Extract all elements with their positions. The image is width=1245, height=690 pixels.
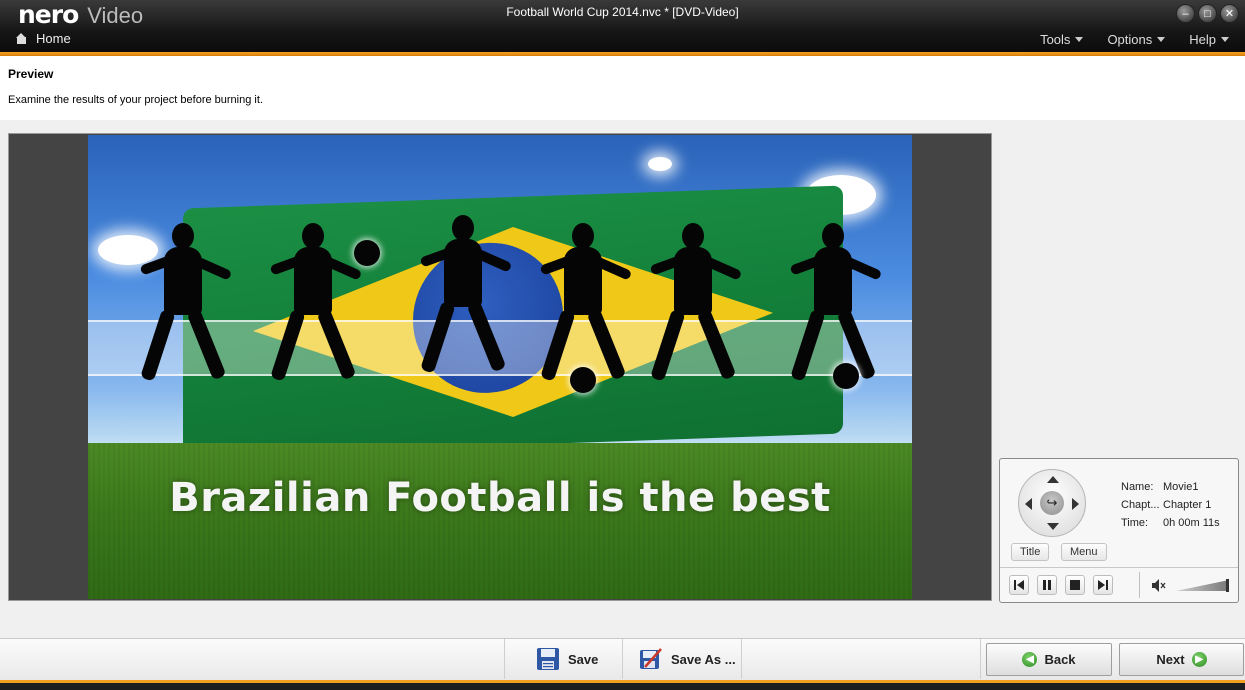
page-header: Preview Examine the results of your proj… xyxy=(0,56,1245,120)
player-silhouette xyxy=(269,223,363,393)
home-label: Home xyxy=(36,31,71,46)
previous-icon xyxy=(1014,580,1024,590)
playback-info: Name: Movie1 Chapt... Chapter 1 Time: 0h… xyxy=(1121,478,1220,532)
info-key: Name: xyxy=(1121,481,1154,493)
stop-icon xyxy=(1070,580,1080,590)
enter-icon[interactable]: ↪ xyxy=(1040,491,1064,515)
back-button[interactable]: ◀ Back xyxy=(986,643,1112,676)
footer-accent xyxy=(0,680,1245,690)
video-preview-frame: Brazilian Football is the best xyxy=(8,133,992,601)
video-caption: Brazilian Football is the best xyxy=(169,475,831,521)
arrow-left-circle-icon: ◀ xyxy=(1022,652,1038,667)
back-label: Back xyxy=(1044,652,1076,667)
maximize-icon[interactable]: □ xyxy=(1198,4,1217,23)
arrow-right-circle-icon: ▶ xyxy=(1191,652,1207,667)
ball-icon xyxy=(354,240,380,266)
menu-bar: Tools Options Help xyxy=(1040,32,1229,47)
next-label: Next xyxy=(1156,652,1185,667)
title-button[interactable]: Title xyxy=(1011,543,1050,561)
window-controls: – □ ✕ xyxy=(1176,4,1239,23)
player-silhouette xyxy=(789,223,883,393)
cloud-decoration xyxy=(648,157,672,171)
info-value: Movie1 xyxy=(1163,481,1199,493)
info-key: Time: xyxy=(1121,517,1149,529)
info-time-row: Time: 0h 00m 11s xyxy=(1121,514,1220,532)
menu-tools-label: Tools xyxy=(1040,32,1071,47)
home-button[interactable]: Home xyxy=(16,31,71,46)
arrow-up-icon[interactable] xyxy=(1047,476,1059,483)
pause-button[interactable] xyxy=(1037,575,1057,595)
transport-controls xyxy=(1000,567,1238,602)
player-silhouette xyxy=(139,223,233,393)
playback-panel: ↪ Name: Movie1 Chapt... Chapter 1 Time: … xyxy=(999,458,1239,603)
save-as-icon xyxy=(640,648,662,669)
menu-help[interactable]: Help xyxy=(1189,32,1229,47)
info-value: 0h 00m 11s xyxy=(1163,517,1220,529)
save-button[interactable]: Save xyxy=(504,639,623,679)
close-icon[interactable]: ✕ xyxy=(1220,4,1239,23)
player-silhouette xyxy=(419,215,513,385)
menu-button[interactable]: Menu xyxy=(1061,543,1107,561)
save-as-label: Save As ... xyxy=(671,651,736,667)
menu-help-label: Help xyxy=(1189,32,1216,47)
next-button[interactable] xyxy=(1093,575,1113,595)
page-title: Preview xyxy=(8,67,54,81)
arrow-right-icon[interactable] xyxy=(1072,498,1079,510)
title-bar: nero Video Football World Cup 2014.nvc *… xyxy=(0,0,1245,54)
arrow-down-icon[interactable] xyxy=(1047,523,1059,530)
window-title: Football World Cup 2014.nvc * [DVD-Video… xyxy=(506,5,739,19)
next-step-button[interactable]: Next ▶ xyxy=(1119,643,1244,676)
chevron-down-icon xyxy=(1221,37,1229,42)
ball-icon xyxy=(833,363,859,389)
menu-options[interactable]: Options xyxy=(1107,32,1166,47)
page-description: Examine the results of your project befo… xyxy=(8,94,263,106)
video-preview[interactable]: Brazilian Football is the best xyxy=(88,135,912,599)
menu-options-label: Options xyxy=(1107,32,1153,47)
info-name-row: Name: Movie1 xyxy=(1121,478,1220,496)
next-icon xyxy=(1098,580,1108,590)
volume-handle[interactable] xyxy=(1226,579,1229,592)
menu-tools[interactable]: Tools xyxy=(1040,32,1084,47)
divider xyxy=(980,639,981,679)
navigation-dpad[interactable]: ↪ xyxy=(1018,469,1086,537)
save-as-button[interactable]: Save As ... xyxy=(623,639,742,679)
grass-field xyxy=(88,443,912,599)
bottom-toolbar: Save Save As ... ◀ Back Next ▶ xyxy=(0,638,1245,680)
minimize-icon[interactable]: – xyxy=(1176,4,1195,23)
info-value: Chapter 1 xyxy=(1163,499,1212,511)
volume-slider[interactable] xyxy=(1176,579,1229,592)
home-icon xyxy=(16,33,27,44)
volume-track xyxy=(1176,580,1229,591)
previous-button[interactable] xyxy=(1009,575,1029,595)
ball-icon xyxy=(570,367,596,393)
save-label: Save xyxy=(568,651,599,667)
chevron-down-icon xyxy=(1075,37,1084,42)
divider xyxy=(1139,572,1140,598)
chevron-down-icon xyxy=(1157,37,1166,42)
arrow-left-icon[interactable] xyxy=(1025,498,1032,510)
info-chapter-row: Chapt... Chapter 1 xyxy=(1121,496,1220,514)
stop-button[interactable] xyxy=(1065,575,1085,595)
speaker-icon[interactable] xyxy=(1152,579,1166,592)
pause-icon xyxy=(1043,580,1051,590)
player-silhouette xyxy=(649,223,743,393)
floppy-disk-icon xyxy=(537,648,559,670)
info-key: Chapt... xyxy=(1121,499,1160,511)
